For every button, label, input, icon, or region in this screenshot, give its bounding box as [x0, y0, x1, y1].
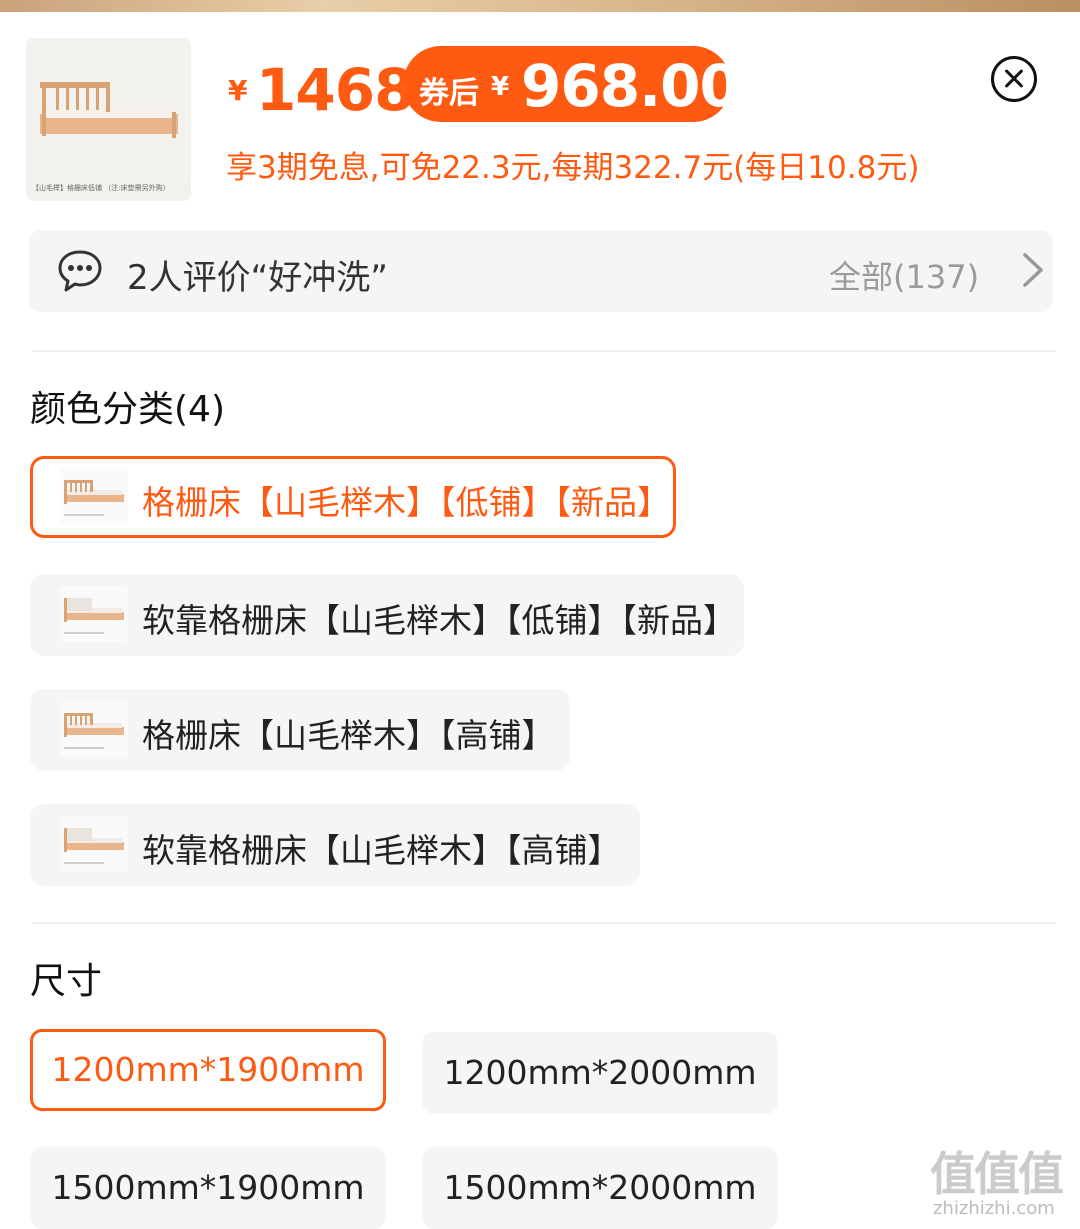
bed-thumbnail-icon	[60, 586, 128, 642]
divider	[32, 350, 1056, 352]
color-option-label: 格栅床【山毛榉木】【高铺】	[142, 716, 555, 755]
installment-info: 享3期免息,可免22.3元,每期322.7元(每日10.8元)	[226, 150, 920, 186]
color-option-label: 格栅床【山毛榉木】【低铺】【新品】	[142, 483, 670, 522]
watermark-url: zhizhizhi.com	[933, 1198, 1055, 1219]
price-currency: ¥	[228, 74, 248, 107]
color-section-title: 颜色分类(4)	[30, 389, 225, 430]
original-price: 1468	[256, 56, 414, 124]
review-count-link[interactable]: 全部(137)	[829, 252, 979, 298]
coupon-label: 券后	[419, 76, 479, 111]
color-option[interactable]: 格栅床【山毛榉木】【低铺】【新品】	[30, 456, 676, 538]
color-option[interactable]: 格栅床【山毛榉木】【高铺】	[30, 689, 570, 771]
chevron-right-icon	[1023, 253, 1043, 287]
background-product-strip	[0, 0, 1080, 12]
coupon-price: 968.00	[521, 52, 740, 120]
size-section-title: 尺寸	[30, 961, 103, 1002]
sku-selector-sheet: 【山毛榉】格栅床低铺 （注:床垫需另外购） ¥ 1468 券后 ¥ 968.00…	[0, 12, 1080, 1229]
chat-bubble-icon	[58, 250, 102, 292]
color-option[interactable]: 软靠格栅床【山毛榉木】【低铺】【新品】	[30, 574, 744, 656]
bed-image	[26, 38, 191, 178]
divider	[32, 922, 1056, 924]
size-option[interactable]: 1500mm*1900mm	[30, 1147, 386, 1229]
size-option[interactable]: 1500mm*2000mm	[422, 1147, 778, 1229]
size-option[interactable]: 1200mm*2000mm	[422, 1032, 778, 1114]
size-option[interactable]: 1200mm*1900mm	[30, 1029, 386, 1111]
thumbnail-caption: 【山毛榉】格栅床低铺 （注:床垫需另外购）	[32, 184, 170, 192]
close-icon[interactable]	[991, 56, 1037, 102]
review-summary-bar[interactable]: 2人评价“好冲洗” 全部(137)	[29, 230, 1053, 312]
coupon-price-badge: 券后 ¥ 968.00	[403, 46, 740, 122]
bed-thumbnail-icon	[60, 816, 128, 872]
color-option[interactable]: 软靠格栅床【山毛榉木】【高铺】	[30, 804, 640, 886]
color-option-label: 软靠格栅床【山毛榉木】【低铺】【新品】	[142, 601, 736, 640]
coupon-currency: ¥	[491, 72, 510, 102]
bed-thumbnail-icon	[60, 468, 128, 524]
color-option-label: 软靠格栅床【山毛榉木】【高铺】	[142, 831, 621, 870]
bed-thumbnail-icon	[60, 701, 128, 757]
review-highlight: 2人评价“好冲洗”	[127, 258, 388, 298]
watermark-logo: 值值值	[930, 1147, 1064, 1201]
product-thumbnail[interactable]: 【山毛榉】格栅床低铺 （注:床垫需另外购）	[26, 38, 191, 201]
